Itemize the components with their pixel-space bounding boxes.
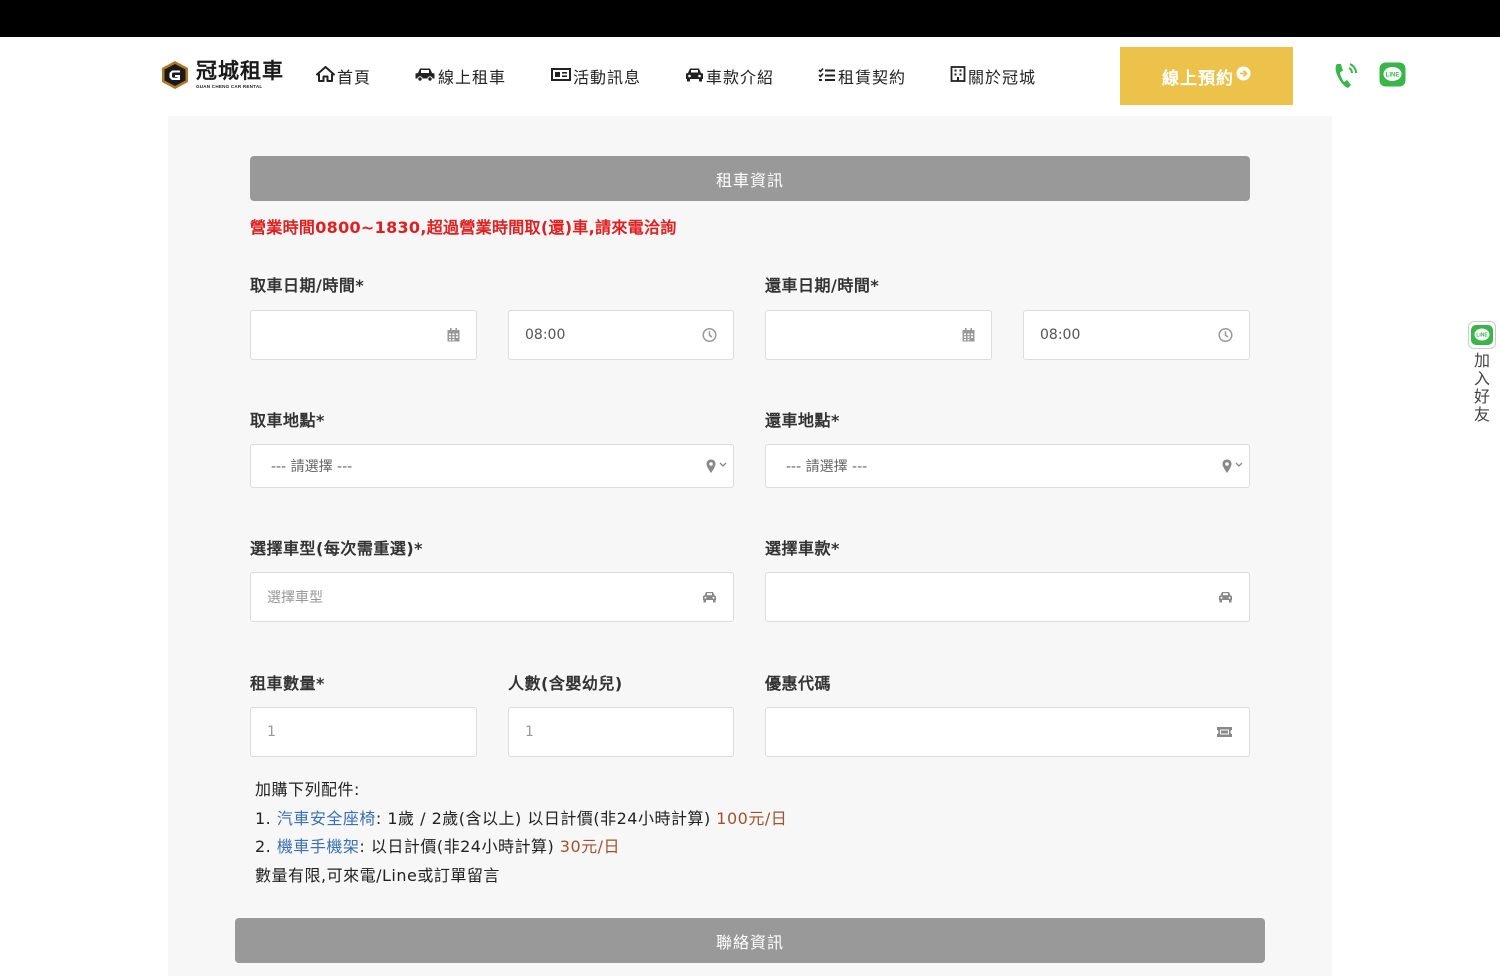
coupon-label: 優惠代碼 bbox=[765, 674, 832, 693]
nav-item-contract[interactable]: 租賃契約 bbox=[818, 65, 906, 87]
return-time-input[interactable]: 08:00 bbox=[1023, 310, 1250, 360]
list-icon bbox=[818, 67, 838, 86]
coupon-input[interactable] bbox=[765, 707, 1250, 757]
top-black-bar bbox=[0, 0, 1500, 37]
people-input[interactable]: 1 bbox=[508, 707, 734, 757]
pickup-location-label: 取車地點* bbox=[250, 411, 325, 430]
car-type-label: 選擇車型(每次需重選)* bbox=[250, 539, 423, 558]
car-type-input[interactable]: 選擇車型 bbox=[250, 572, 734, 622]
people-placeholder: 1 bbox=[525, 724, 534, 740]
clock-icon bbox=[1218, 327, 1233, 343]
rental-info-section-header: 租車資訊 bbox=[250, 156, 1250, 201]
nav-item-car-models[interactable]: 車款介紹 bbox=[685, 65, 774, 87]
car-type-placeholder: 選擇車型 bbox=[267, 590, 323, 606]
quantity-label: 租車數量* bbox=[250, 674, 325, 693]
accessory-2-prefix: 2. bbox=[255, 837, 277, 857]
online-reservation-button[interactable]: 線上預約 bbox=[1120, 47, 1293, 105]
logo-subtitle: GUAN CHENG CAR RENTAL bbox=[196, 83, 263, 89]
car-seat-link[interactable]: 汽車安全座椅 bbox=[277, 809, 376, 828]
return-datetime-label: 還車日期/時間* bbox=[765, 276, 880, 295]
car-model-label: 選擇車款* bbox=[765, 539, 840, 558]
car-icon bbox=[414, 66, 438, 86]
arrow-circle-right-icon bbox=[1234, 66, 1251, 86]
building-icon bbox=[950, 66, 968, 86]
quantity-placeholder: 1 bbox=[267, 724, 276, 740]
return-location-value: --- 請選擇 --- bbox=[786, 459, 868, 475]
pickup-location-select[interactable]: --- 請選擇 --- bbox=[250, 444, 734, 488]
add-friend-widget[interactable]: LINE 加入好友 bbox=[1467, 321, 1497, 424]
quantity-input[interactable]: 1 bbox=[250, 707, 477, 757]
nav-label: 關於冠城 bbox=[968, 68, 1037, 87]
pickup-time-input[interactable]: 08:00 bbox=[508, 310, 734, 360]
nav-label: 線上租車 bbox=[438, 68, 507, 87]
car-icon bbox=[702, 591, 717, 603]
accessory-2-price: 30元/日 bbox=[559, 837, 621, 857]
accessory-item-2: 2. 機車手機架: 以日計價(非24小時計算) 30元/日 bbox=[255, 833, 787, 862]
car-front-icon bbox=[685, 67, 706, 86]
return-location-select[interactable]: --- 請選擇 --- bbox=[765, 444, 1250, 488]
return-date-input[interactable] bbox=[765, 310, 992, 360]
newspaper-icon bbox=[551, 67, 573, 86]
accessory-1-price: 100元/日 bbox=[716, 808, 788, 828]
add-friend-label: 加入好友 bbox=[1473, 351, 1490, 424]
accessory-1-prefix: 1. bbox=[255, 808, 277, 828]
pickup-date-input[interactable] bbox=[250, 310, 477, 360]
business-hours-notice: 營業時間0800~1830,超過營業時間取(還)車,請來電洽詢 bbox=[250, 218, 677, 237]
nav-label: 車款介紹 bbox=[706, 68, 775, 87]
people-label: 人數(含嬰幼兒) bbox=[508, 674, 623, 693]
return-time-value: 08:00 bbox=[1040, 327, 1081, 343]
ticket-icon bbox=[1216, 726, 1233, 738]
accessories-note: 數量有限,可來電/Line或訂單留言 bbox=[255, 866, 500, 886]
map-pin-chevron-icon bbox=[1221, 458, 1245, 474]
clock-icon bbox=[702, 327, 717, 343]
section-title: 聯絡資訊 bbox=[715, 932, 784, 952]
return-location-label: 還車地點* bbox=[765, 411, 840, 430]
accessory-2-text: : 以日計價(非24小時計算) bbox=[359, 837, 560, 857]
nav-item-home[interactable]: 首頁 bbox=[316, 65, 371, 87]
phone-ringing-icon[interactable] bbox=[1333, 60, 1359, 94]
pickup-time-value: 08:00 bbox=[525, 327, 566, 343]
site-header: 冠城租車 GUAN CHENG CAR RENTAL 首頁 線上租車 活動訊息 bbox=[0, 37, 1500, 116]
nav-label: 首頁 bbox=[337, 68, 372, 87]
home-icon bbox=[316, 66, 337, 86]
section-title: 租車資訊 bbox=[715, 170, 784, 190]
nav-label: 活動訊息 bbox=[573, 68, 642, 87]
reserve-button-label: 線上預約 bbox=[1162, 68, 1234, 89]
nav-item-about[interactable]: 關於冠城 bbox=[950, 65, 1036, 87]
site-logo[interactable]: 冠城租車 GUAN CHENG CAR RENTAL bbox=[160, 58, 284, 92]
accessory-1-text: : 1歲 / 2歲(含以上) 以日計價(非24小時計算) bbox=[375, 808, 717, 828]
nav-item-events[interactable]: 活動訊息 bbox=[551, 65, 641, 87]
accessories-info: 加購下列配件: 1. 汽車安全座椅: 1歲 / 2歲(含以上) 以日計價(非24… bbox=[255, 776, 787, 891]
nav-label: 租賃契約 bbox=[838, 68, 907, 87]
map-pin-chevron-icon bbox=[705, 458, 729, 474]
pickup-location-value: --- 請選擇 --- bbox=[271, 459, 353, 475]
car-model-input[interactable] bbox=[765, 572, 1250, 622]
car-icon bbox=[1218, 591, 1233, 603]
contact-info-section-header: 聯絡資訊 bbox=[235, 918, 1265, 963]
g-logo-icon bbox=[160, 60, 190, 90]
accessories-heading: 加購下列配件: bbox=[255, 780, 360, 799]
line-app-icon: LINE bbox=[1468, 321, 1496, 349]
svg-text:LINE: LINE bbox=[1476, 333, 1488, 339]
calendar-icon bbox=[962, 328, 975, 342]
phone-holder-link[interactable]: 機車手機架 bbox=[277, 837, 360, 856]
line-app-icon[interactable]: LINE bbox=[1379, 62, 1406, 91]
nav-item-online-rental[interactable]: 線上租車 bbox=[414, 65, 506, 87]
svg-text:LINE: LINE bbox=[1386, 73, 1400, 79]
pickup-datetime-label: 取車日期/時間* bbox=[250, 276, 365, 295]
calendar-icon bbox=[447, 328, 460, 342]
accessory-item-1: 1. 汽車安全座椅: 1歲 / 2歲(含以上) 以日計價(非24小時計算) 10… bbox=[255, 805, 787, 834]
logo-title: 冠城租車 bbox=[196, 58, 284, 83]
